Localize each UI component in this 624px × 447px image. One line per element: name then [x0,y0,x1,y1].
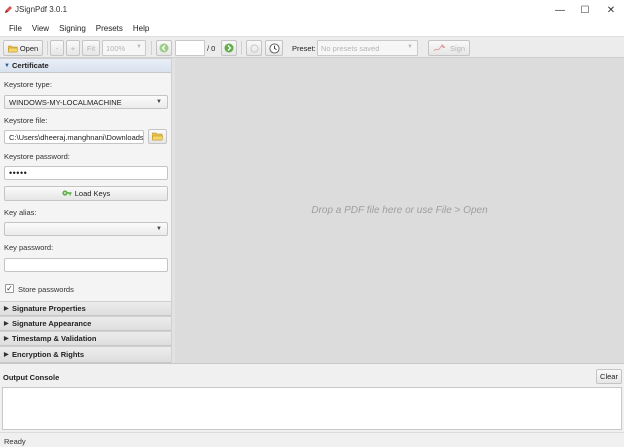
rotate-button[interactable] [246,40,262,56]
maximize-button[interactable]: ☐ [572,2,598,18]
store-passwords-label: Store passwords [18,285,74,294]
pen-icon [4,5,13,14]
triangle-right-icon: ▶ [4,321,9,327]
chevron-down-icon: ▼ [156,226,162,232]
zoom-out-button[interactable]: - [50,40,64,56]
triangle-right-icon: ▶ [4,352,9,358]
folder-open-icon [7,44,18,53]
menu-file[interactable]: File [4,24,27,33]
section-signature-properties[interactable]: ▶ Signature Properties [0,301,171,316]
zoom-value: 100% [106,43,126,53]
zoom-select[interactable]: 100% ▼ [102,40,146,56]
status-bar: Ready [0,432,624,447]
triangle-right-icon: ▶ [4,306,9,312]
key-alias-select[interactable]: ▼ [4,222,168,236]
browse-button[interactable] [148,129,167,144]
chevron-down-icon: ▼ [136,44,142,50]
keystore-file-label: Keystore file: [4,116,48,125]
toolbar-separator [151,41,152,55]
page-input[interactable] [175,40,205,56]
drop-hint: Drop a PDF file here or use File > Open [311,205,488,216]
sign-button[interactable]: Sign [428,40,470,56]
keystore-password-label: Keystore password: [4,152,70,161]
output-console-header: Output Console Clear [0,363,624,387]
prev-page-button[interactable] [156,40,172,56]
open-label: Open [19,43,39,53]
minimize-button[interactable]: — [547,2,573,18]
window-title: JSignPdf 3.0.1 [15,5,68,14]
section-title: Signature Appearance [12,319,92,328]
keystore-type-value: WINDOWS-MY-LOCALMACHINE [9,97,122,107]
preset-label: Preset: [292,44,316,53]
section-certificate[interactable]: ▼ Certificate [0,58,171,73]
toolbar-separator [47,41,48,55]
keystore-type-label: Keystore type: [4,80,52,89]
section-title: Certificate [12,61,49,70]
preset-value: No presets saved [321,43,380,53]
folder-icon [152,132,163,141]
triangle-down-icon: ▼ [4,62,10,69]
keystore-password-input[interactable]: ••••• [4,166,168,180]
output-console-title: Output Console [3,373,60,382]
section-signature-appearance[interactable]: ▶ Signature Appearance [0,316,171,331]
output-console[interactable] [2,387,622,430]
clock-icon [268,42,280,54]
chevron-down-icon: ▼ [156,99,162,105]
chevron-down-icon: ▼ [407,44,413,50]
preset-select[interactable]: No presets saved ▼ [317,40,418,56]
keystore-type-select[interactable]: WINDOWS-MY-LOCALMACHINE ▼ [4,95,168,109]
zoom-in-button[interactable]: + [66,40,80,56]
key-password-input[interactable] [4,258,168,272]
arrow-right-icon [224,43,234,53]
next-page-button[interactable] [221,40,237,56]
section-title: Signature Properties [12,304,86,313]
section-title: Encryption & Rights [12,350,85,359]
key-password-label: Key password: [4,243,54,252]
arrow-left-icon [159,43,169,53]
open-button[interactable]: Open [3,40,43,56]
title-bar: JSignPdf 3.0.1 — ☐ ✕ [0,0,624,20]
signature-pen-icon [433,43,447,53]
settings-panel: ▼ Certificate Keystore type: WINDOWS-MY-… [0,58,174,363]
toolbar-separator [241,41,242,55]
history-button[interactable] [265,40,283,56]
store-passwords-checkbox[interactable]: ✓ [5,284,14,293]
fit-button[interactable]: Fit [82,40,100,56]
clear-button[interactable]: Clear [596,369,622,384]
toolbar: Open - + Fit 100% ▼ / 0 Preset: No prese… [0,36,624,58]
key-alias-label: Key alias: [4,208,37,217]
status-text: Ready [4,437,26,446]
circle-icon [249,43,259,53]
section-title: Timestamp & Validation [12,334,97,343]
menu-presets[interactable]: Presets [91,24,128,33]
load-keys-label: Load Keys [74,189,111,198]
menu-signing[interactable]: Signing [54,24,91,33]
menu-view[interactable]: View [27,24,54,33]
page-total: / 0 [207,44,216,53]
section-timestamp-validation[interactable]: ▶ Timestamp & Validation [0,331,171,346]
menu-bar: File View Signing Presets Help [0,20,624,36]
triangle-right-icon: ▶ [4,336,9,342]
keys-icon [62,189,72,198]
menu-help[interactable]: Help [128,24,154,33]
close-button[interactable]: ✕ [598,2,624,18]
sign-label: Sign [449,43,465,53]
section-encryption-rights[interactable]: ▶ Encryption & Rights [0,346,171,363]
keystore-file-input[interactable]: C:\Users\dheeraj.manghnani\Downloads [4,130,144,144]
pdf-drop-area[interactable]: Drop a PDF file here or use File > Open [175,58,624,363]
load-keys-button[interactable]: Load Keys [4,186,168,201]
